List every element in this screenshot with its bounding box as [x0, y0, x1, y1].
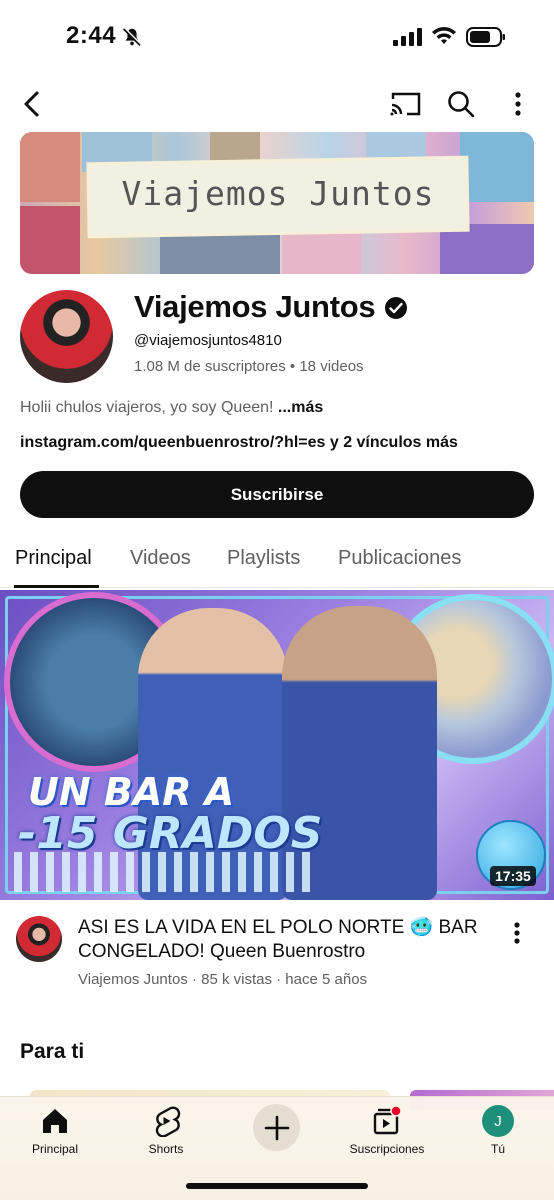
channel-avatar[interactable] [20, 290, 113, 383]
banner-photo [20, 206, 80, 274]
banner-title: Viajemos Juntos [121, 174, 435, 213]
banner-photo [460, 132, 534, 202]
top-nav [0, 80, 554, 130]
nav-label-shorts: Shorts [148, 1142, 184, 1156]
verified-check-icon [385, 297, 407, 319]
banner-photo [282, 232, 362, 274]
section-title-para-ti: Para ti [20, 1040, 85, 1063]
description-more-link[interactable]: ...más [273, 399, 323, 416]
video-title[interactable]: ASI ES LA VIDA EN EL POLO NORTE 🥶 BAR CO… [78, 916, 478, 964]
more-vert-icon [515, 92, 521, 116]
nav-label-tu: Tú [490, 1142, 505, 1156]
battery-icon [466, 27, 505, 47]
channel-links[interactable]: instagram.com/queenbuenrostro/?hl=es y 2… [20, 434, 458, 452]
status-bar: 2:44 [0, 0, 554, 75]
home-icon [43, 1109, 67, 1133]
tab-playlists[interactable]: Playlists [227, 547, 300, 570]
home-indicator [186, 1183, 368, 1189]
nav-label-principal: Principal [31, 1142, 79, 1156]
more-options-button[interactable] [500, 86, 536, 122]
thumbnail-icicles [14, 852, 314, 892]
tab-principal[interactable]: Principal [15, 547, 92, 570]
channel-description[interactable]: Holii chulos viajeros, yo soy Queen! ...… [20, 399, 323, 417]
wifi-icon [432, 27, 456, 44]
subscribe-button[interactable]: Suscribirse [20, 471, 534, 518]
banner-photo [210, 132, 260, 162]
channel-banner: Viajemos Juntos [20, 132, 534, 274]
nav-principal[interactable]: Principal [5, 1105, 105, 1165]
create-button[interactable] [253, 1104, 300, 1151]
video-meta: Viajemos Juntos · 85 k vistas · hace 5 a… [78, 971, 368, 988]
create-plus-icon [264, 1115, 289, 1140]
nav-shorts[interactable]: Shorts [116, 1105, 216, 1165]
search-icon [448, 91, 475, 118]
tab-publicaciones[interactable]: Publicaciones [338, 547, 461, 570]
video-count: 18 videos [299, 358, 364, 375]
nav-label-suscripciones: Suscripciones [349, 1142, 425, 1156]
description-text: Holii chulos viajeros, yo soy Queen! [20, 399, 274, 416]
nav-tu[interactable]: J Tú [448, 1105, 548, 1165]
status-time: 2:44 [66, 22, 117, 49]
channel-handle: @viajemosjuntos4810 [134, 332, 282, 349]
subscriptions-icon [373, 1105, 402, 1135]
channel-name: Viajemos Juntos [134, 289, 376, 324]
tab-videos[interactable]: Videos [130, 547, 191, 570]
video-more-button[interactable] [502, 918, 532, 948]
shorts-icon [155, 1106, 181, 1137]
stats-separator: • [285, 358, 300, 375]
bell-off-icon [122, 27, 142, 47]
signal-icon [393, 28, 422, 46]
back-button[interactable] [14, 86, 50, 122]
more-vert-icon [514, 922, 520, 944]
banner-photo [160, 228, 280, 274]
video-channel-avatar[interactable] [16, 916, 62, 962]
banner-photo [20, 132, 80, 202]
banner-photo [440, 224, 534, 274]
back-icon [24, 91, 39, 117]
you-avatar: J [482, 1105, 514, 1137]
cast-icon [390, 92, 421, 116]
channel-tabs: Principal Videos Playlists Publicaciones [0, 532, 554, 588]
nav-suscripciones[interactable]: Suscripciones [337, 1105, 437, 1165]
search-button[interactable] [443, 86, 479, 122]
cast-button[interactable] [387, 86, 423, 122]
subscriber-count: 1.08 M de suscriptores [134, 358, 286, 375]
active-tab-indicator [14, 585, 99, 588]
video-duration-badge: 17:35 [490, 866, 536, 886]
channel-stats: 1.08 M de suscriptores • 18 videos [134, 358, 364, 375]
